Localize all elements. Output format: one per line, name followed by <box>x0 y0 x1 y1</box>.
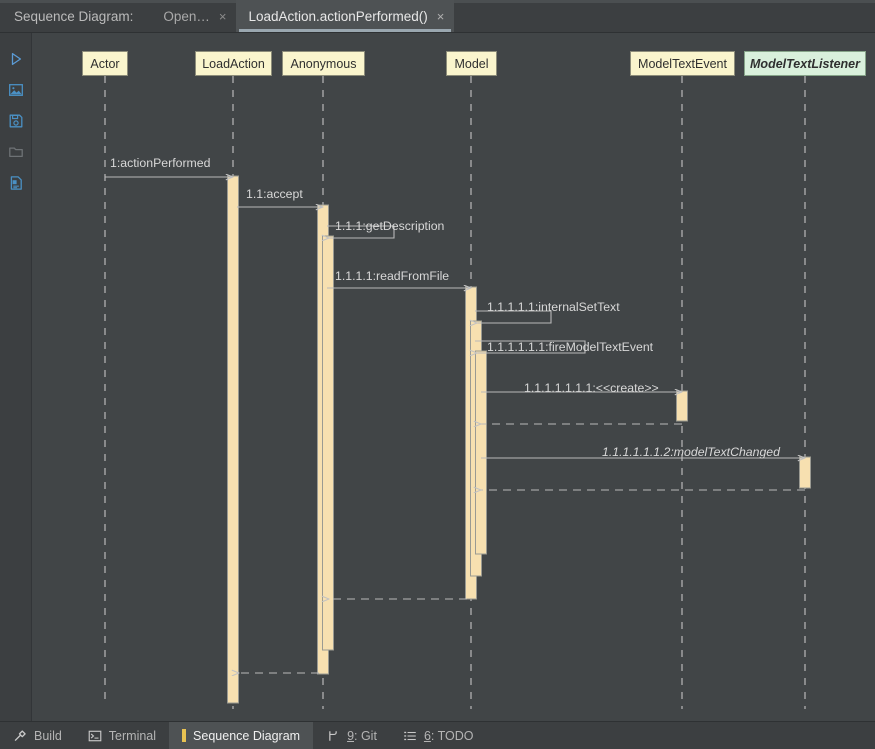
status-bar: Build Terminal Sequence Diagram 9: Git 6: TO… <box>0 721 875 749</box>
lifeline-header-loadaction[interactable]: LoadAction <box>195 51 272 76</box>
status-bar-item-sequence-diagram[interactable]: Sequence Diagram <box>169 722 314 749</box>
message-label: 1.1.1.1:readFromFile <box>335 269 450 283</box>
close-icon[interactable]: × <box>219 10 227 23</box>
activation-bar[interactable] <box>475 350 487 555</box>
lifeline-header-model[interactable]: Model <box>446 51 497 76</box>
export-file-icon[interactable] <box>0 167 31 198</box>
editor-tab[interactable]: LoadAction.actionPerformed() × <box>236 0 455 32</box>
lifeline-header-modeltextevent[interactable]: ModelTextEvent <box>630 51 735 76</box>
hammer-icon <box>13 729 27 743</box>
activation-bar[interactable] <box>227 175 239 704</box>
branch-icon <box>326 729 340 743</box>
image-icon[interactable] <box>0 74 31 105</box>
status-bar-item-label: Build <box>34 728 62 743</box>
editor-tab[interactable]: Open… × <box>151 0 236 32</box>
editor-tab-label: Open… <box>163 8 210 24</box>
editor-tab-bar: Sequence Diagram: Open… × LoadAction.actio… <box>0 0 875 33</box>
tab-bar-title: Sequence Diagram: <box>14 8 134 24</box>
status-bar-item-shortcut: 9 <box>347 728 355 743</box>
status-bar-item-git[interactable]: 9: Git <box>313 722 390 749</box>
status-bar-item-label: 6: TODO <box>424 729 474 743</box>
editor-tab-label: LoadAction.actionPerformed() <box>248 8 428 24</box>
run-icon[interactable] <box>0 43 31 74</box>
save-icon[interactable] <box>0 105 31 136</box>
message-label: 1.1.1:getDescription <box>335 219 445 233</box>
status-bar-item-build[interactable]: Build <box>0 722 75 749</box>
active-indicator-icon <box>182 729 187 742</box>
sequence-diagram-window: Sequence Diagram: Open… × LoadAction.actio… <box>0 0 875 749</box>
activation-bar[interactable] <box>322 235 334 651</box>
activation-bar[interactable] <box>676 390 688 422</box>
message-label: 1.1.1.1.1:internalSetText <box>487 300 620 314</box>
status-bar-item-text: : TODO <box>430 728 474 743</box>
lifeline-header-anonymous[interactable]: Anonymous <box>282 51 365 76</box>
message-label: 1.1:accept <box>246 187 303 201</box>
list-icon <box>403 729 417 743</box>
status-bar-item-text: : Git <box>354 728 377 743</box>
activation-bar[interactable] <box>799 456 811 489</box>
status-bar-item-label: Terminal <box>108 728 157 743</box>
folder-icon[interactable] <box>0 136 31 167</box>
diagram-vector-layer <box>104 76 811 709</box>
diagram-surface <box>32 33 875 716</box>
lifeline-header-modeltextlistener[interactable]: ModelTextListener <box>744 51 866 76</box>
lifeline-header-actor[interactable]: Actor <box>82 51 128 76</box>
message-label: 1.1.1.1.1.1.2:modelTextChanged <box>602 445 780 459</box>
diagram-tool-strip <box>0 33 32 721</box>
message-label: 1.1.1.1.1.1:fireModelTextEvent <box>487 340 654 354</box>
status-bar-item-label: Sequence Diagram <box>193 728 301 743</box>
terminal-icon <box>88 729 102 743</box>
status-bar-item-label: 9: Git <box>347 729 377 743</box>
message-label: 1.1.1.1.1.1.1:<<create>> <box>524 381 659 395</box>
close-icon[interactable]: × <box>437 10 445 23</box>
status-bar-item-todo[interactable]: 6: TODO <box>390 722 487 749</box>
status-bar-item-terminal[interactable]: Terminal <box>75 722 169 749</box>
diagram-canvas[interactable]: Actor LoadAction Anonymous Model ModelTextEv… <box>32 33 875 721</box>
window-body: Actor LoadAction Anonymous Model ModelTextEv… <box>0 33 875 721</box>
status-bar-item-shortcut: 6 <box>423 728 431 743</box>
message-label: 1:actionPerformed <box>110 156 211 170</box>
